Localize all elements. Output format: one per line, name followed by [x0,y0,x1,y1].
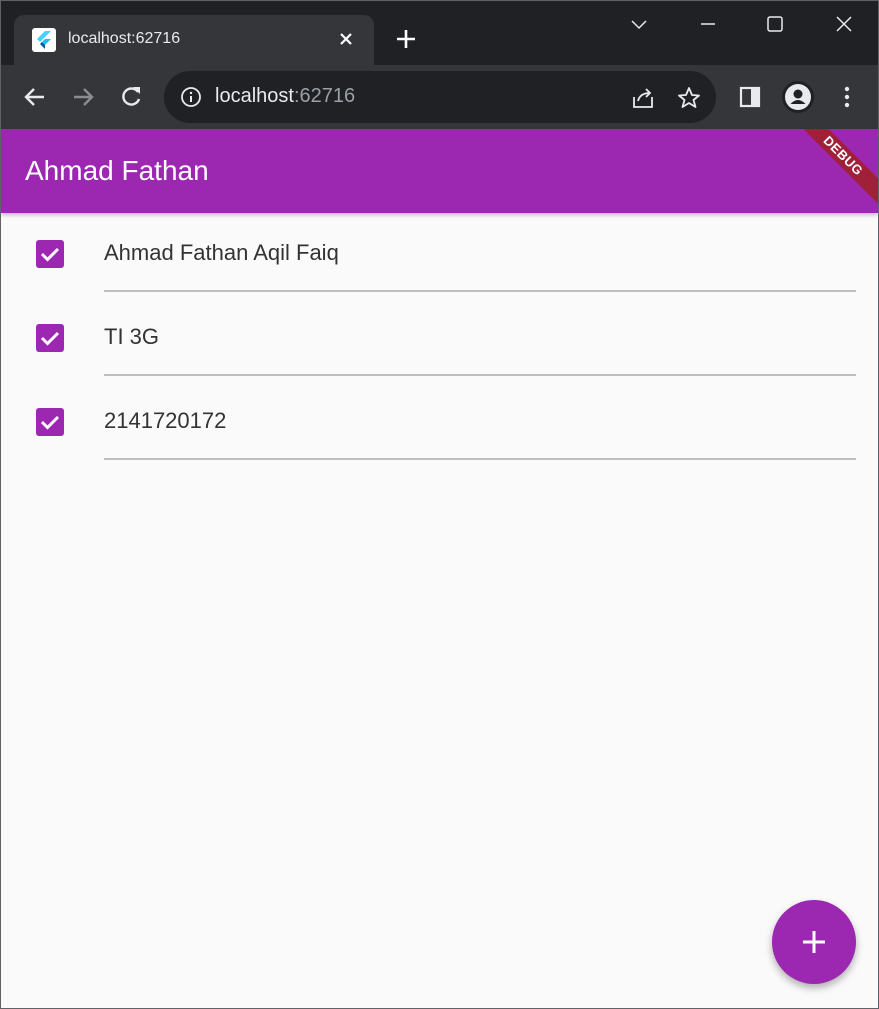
browser-window: localhost:62716 localhost:62716 Ahmad Fa… [0,0,879,1009]
tab-title: localhost:62716 [68,30,181,47]
item-text-field[interactable]: Ahmad Fathan Aqil Faiq [104,240,339,266]
maximize-icon[interactable] [759,11,791,39]
tab-search-icon[interactable] [623,11,655,39]
list-item: 2141720172 [1,381,878,465]
field-underline [104,458,856,460]
back-icon[interactable] [21,83,49,111]
checkbox[interactable] [36,408,64,436]
url-text: localhost:62716 [215,85,355,108]
share-icon[interactable] [630,85,656,111]
app-bar: Ahmad Fathan DEBUG [1,129,878,213]
checkbox[interactable] [36,324,64,352]
list-item: TI 3G [1,297,878,381]
flutter-favicon-icon [32,28,56,52]
checkbox[interactable] [36,240,64,268]
item-text-field[interactable]: TI 3G [104,324,159,350]
tab-strip: localhost:62716 [1,1,878,65]
close-window-icon[interactable] [828,11,860,39]
debug-banner: DEBUG [783,129,878,213]
bookmark-star-icon[interactable] [676,85,702,111]
field-underline [104,374,856,376]
add-button[interactable] [772,900,856,984]
new-tab-icon[interactable] [392,25,420,53]
reload-icon[interactable] [117,83,145,111]
side-panel-icon[interactable] [736,83,764,111]
address-bar[interactable]: localhost:62716 [164,71,716,123]
profile-avatar-icon[interactable] [782,81,814,113]
list-item: Ahmad Fathan Aqil Faiq [1,213,878,297]
forward-icon[interactable] [69,83,97,111]
site-info-icon[interactable] [180,86,202,108]
minimize-icon[interactable] [692,11,724,39]
page-title: Ahmad Fathan [25,155,209,186]
plus-icon [803,931,825,953]
browser-toolbar: localhost:62716 [1,65,878,129]
url-port: :62716 [293,85,356,107]
browser-tab[interactable]: localhost:62716 [14,15,374,65]
url-host: localhost [215,85,294,107]
item-text-field[interactable]: 2141720172 [104,408,226,434]
close-tab-icon[interactable] [334,27,358,51]
field-underline [104,290,856,292]
menu-kebab-icon[interactable] [833,83,861,111]
